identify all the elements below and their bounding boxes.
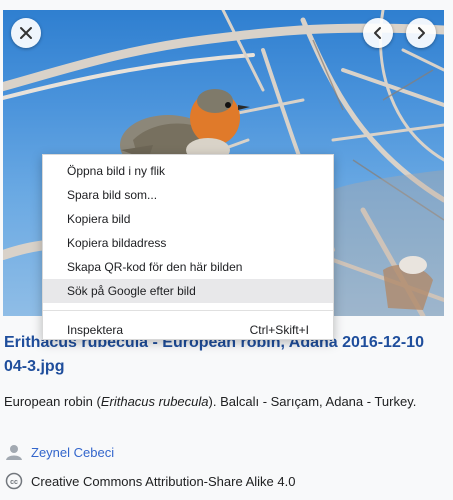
description-suffix: ). Balcalı - Sarıçam, Adana - Turkey.: [208, 394, 417, 409]
creative-commons-icon: cc: [4, 471, 24, 491]
author-row: Zeynel Cebeci: [4, 442, 114, 462]
menu-open-image-new-tab[interactable]: Öppna bild i ny flik: [43, 159, 333, 183]
species-name: Erithacus rubecula: [100, 394, 209, 409]
menu-separator: [43, 310, 333, 311]
chevron-left-icon: [374, 27, 381, 39]
close-icon: [20, 27, 32, 39]
user-icon: [4, 442, 24, 462]
author-link[interactable]: Zeynel Cebeci: [31, 445, 114, 460]
previous-image-button[interactable]: [363, 18, 393, 48]
menu-save-image-as[interactable]: Spara bild som...: [43, 183, 333, 207]
svg-text:cc: cc: [10, 479, 18, 486]
menu-create-qr-code[interactable]: Skapa QR-kod för den här bilden: [43, 255, 333, 279]
license-link[interactable]: Creative Commons Attribution-Share Alike…: [31, 474, 295, 489]
menu-inspect-label: Inspektera: [67, 323, 124, 337]
menu-inspect-shortcut: Ctrl+Skift+I: [249, 323, 309, 337]
license-row: cc Creative Commons Attribution-Share Al…: [4, 471, 295, 491]
next-image-button[interactable]: [406, 18, 436, 48]
description-prefix: European robin (: [4, 394, 101, 409]
context-menu: Öppna bild i ny flik Spara bild som... K…: [42, 154, 334, 340]
menu-search-google-for-image[interactable]: Sök på Google efter bild: [43, 279, 333, 303]
menu-copy-image-address[interactable]: Kopiera bildadress: [43, 231, 333, 255]
file-description: European robin (Erithacus rubecula). Bal…: [4, 392, 424, 412]
menu-copy-image[interactable]: Kopiera bild: [43, 207, 333, 231]
menu-inspect[interactable]: Inspektera Ctrl+Skift+I: [43, 318, 333, 342]
close-button[interactable]: [11, 18, 41, 48]
chevron-right-icon: [418, 27, 425, 39]
